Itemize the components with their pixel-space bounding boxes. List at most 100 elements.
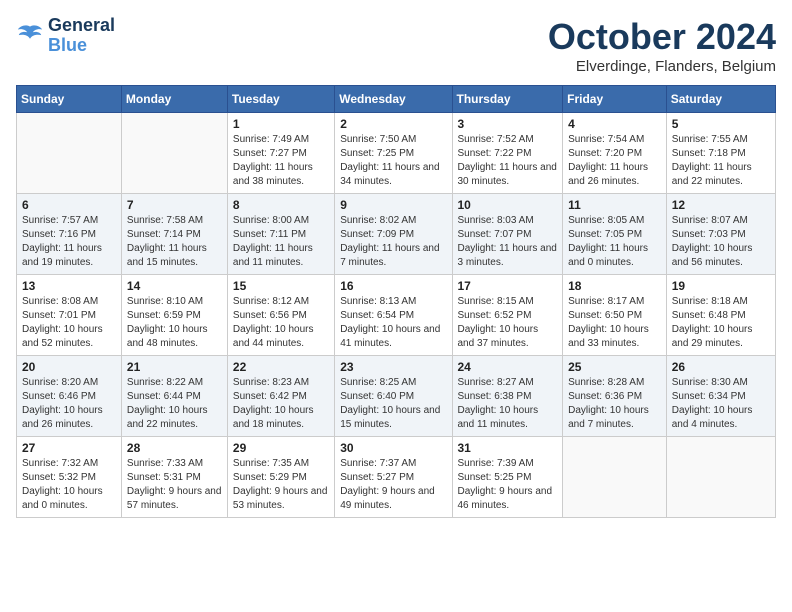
day-number: 3	[458, 117, 558, 131]
calendar-cell: 6Sunrise: 7:57 AM Sunset: 7:16 PM Daylig…	[17, 194, 122, 275]
calendar-cell: 22 Sunrise: 8:23 AM Sunset: 6:42 PM Dayli…	[227, 356, 334, 437]
day-info: Sunrise: 8:12 AM Sunset: 6:56 PM Dayligh…	[233, 295, 329, 351]
day-number: 19	[672, 279, 770, 293]
day-number: 7	[127, 198, 222, 212]
day-number: 17	[458, 279, 558, 293]
day-number: 8	[233, 198, 329, 212]
day-number: 29	[233, 441, 329, 455]
week-row-1: 1 Sunrise: 7:49 AM Sunset: 7:27 PM Daylig…	[17, 113, 776, 194]
calendar-cell: 31Sunrise: 7:39 AM Sunset: 5:25 PM Dayli…	[452, 437, 563, 518]
day-number: 2	[340, 117, 446, 131]
day-number: 1	[233, 117, 329, 131]
day-number: 16	[340, 279, 446, 293]
day-info: Sunrise: 8:15 AM Sunset: 6:52 PM Dayligh…	[458, 295, 558, 351]
calendar-cell: 4Sunrise: 7:54 AM Sunset: 7:20 PM Daylig…	[563, 113, 667, 194]
day-number: 10	[458, 198, 558, 212]
page-header: General Blue October 2024 Elverdinge, Fl…	[16, 16, 776, 75]
day-info: Sunrise: 7:50 AM Sunset: 7:25 PM Dayligh…	[340, 133, 446, 189]
calendar-cell: 19 Sunrise: 8:18 AM Sunset: 6:48 PM Dayli…	[666, 275, 775, 356]
day-info: Sunrise: 8:22 AM Sunset: 6:44 PM Dayligh…	[127, 376, 222, 432]
calendar-cell: 23 Sunrise: 8:25 AM Sunset: 6:40 PM Dayli…	[335, 356, 452, 437]
header-row: SundayMondayTuesdayWednesdayThursdayFrid…	[17, 86, 776, 113]
day-number: 22	[233, 360, 329, 374]
day-info: Sunrise: 8:20 AM Sunset: 6:46 PM Dayligh…	[22, 376, 116, 432]
day-number: 26	[672, 360, 770, 374]
day-header-tuesday: Tuesday	[227, 86, 334, 113]
day-number: 18	[568, 279, 661, 293]
calendar-cell: 16 Sunrise: 8:13 AM Sunset: 6:54 PM Dayli…	[335, 275, 452, 356]
day-number: 28	[127, 441, 222, 455]
day-number: 9	[340, 198, 446, 212]
day-number: 5	[672, 117, 770, 131]
calendar-cell: 25 Sunrise: 8:28 AM Sunset: 6:36 PM Dayli…	[563, 356, 667, 437]
day-number: 23	[340, 360, 446, 374]
day-number: 4	[568, 117, 661, 131]
day-info: Sunrise: 8:23 AM Sunset: 6:42 PM Dayligh…	[233, 376, 329, 432]
calendar-cell: 26 Sunrise: 8:30 AM Sunset: 6:34 PM Dayli…	[666, 356, 775, 437]
day-info: Sunrise: 8:02 AM Sunset: 7:09 PM Dayligh…	[340, 214, 446, 270]
calendar-cell	[121, 113, 227, 194]
day-info: Sunrise: 7:55 AM Sunset: 7:18 PM Dayligh…	[672, 133, 770, 189]
calendar-cell: 17 Sunrise: 8:15 AM Sunset: 6:52 PM Dayli…	[452, 275, 563, 356]
day-info: Sunrise: 7:37 AM Sunset: 5:27 PM Dayligh…	[340, 457, 446, 513]
calendar-cell: 7 Sunrise: 7:58 AM Sunset: 7:14 PM Daylig…	[121, 194, 227, 275]
week-row-3: 13 Sunrise: 8:08 AM Sunset: 7:01 PM Dayli…	[17, 275, 776, 356]
calendar-cell: 15 Sunrise: 8:12 AM Sunset: 6:56 PM Dayli…	[227, 275, 334, 356]
day-info: Sunrise: 8:18 AM Sunset: 6:48 PM Dayligh…	[672, 295, 770, 351]
calendar-cell: 14Sunrise: 8:10 AM Sunset: 6:59 PM Dayli…	[121, 275, 227, 356]
calendar-cell: 8 Sunrise: 8:00 AM Sunset: 7:11 PM Daylig…	[227, 194, 334, 275]
title-block: October 2024 Elverdinge, Flanders, Belgi…	[548, 16, 776, 75]
logo: General Blue	[16, 16, 115, 56]
day-info: Sunrise: 7:57 AM Sunset: 7:16 PM Dayligh…	[22, 214, 116, 270]
day-header-wednesday: Wednesday	[335, 86, 452, 113]
day-info: Sunrise: 7:35 AM Sunset: 5:29 PM Dayligh…	[233, 457, 329, 513]
day-number: 25	[568, 360, 661, 374]
day-info: Sunrise: 8:08 AM Sunset: 7:01 PM Dayligh…	[22, 295, 116, 351]
day-info: Sunrise: 8:13 AM Sunset: 6:54 PM Dayligh…	[340, 295, 446, 351]
calendar-cell: 13 Sunrise: 8:08 AM Sunset: 7:01 PM Dayli…	[17, 275, 122, 356]
day-number: 27	[22, 441, 116, 455]
logo-text: General Blue	[48, 16, 115, 56]
calendar-cell: 18 Sunrise: 8:17 AM Sunset: 6:50 PM Dayli…	[563, 275, 667, 356]
day-number: 13	[22, 279, 116, 293]
calendar-cell: 20 Sunrise: 8:20 AM Sunset: 6:46 PM Dayli…	[17, 356, 122, 437]
calendar-cell: 29 Sunrise: 7:35 AM Sunset: 5:29 PM Dayli…	[227, 437, 334, 518]
day-info: Sunrise: 7:49 AM Sunset: 7:27 PM Dayligh…	[233, 133, 329, 189]
day-number: 15	[233, 279, 329, 293]
day-number: 11	[568, 198, 661, 212]
day-number: 21	[127, 360, 222, 374]
day-info: Sunrise: 8:28 AM Sunset: 6:36 PM Dayligh…	[568, 376, 661, 432]
logo-bird-icon	[16, 22, 44, 50]
calendar-cell: 1 Sunrise: 7:49 AM Sunset: 7:27 PM Daylig…	[227, 113, 334, 194]
day-number: 12	[672, 198, 770, 212]
day-info: Sunrise: 8:17 AM Sunset: 6:50 PM Dayligh…	[568, 295, 661, 351]
week-row-4: 20 Sunrise: 8:20 AM Sunset: 6:46 PM Dayli…	[17, 356, 776, 437]
calendar-cell: 3 Sunrise: 7:52 AM Sunset: 7:22 PM Daylig…	[452, 113, 563, 194]
day-number: 20	[22, 360, 116, 374]
day-info: Sunrise: 8:05 AM Sunset: 7:05 PM Dayligh…	[568, 214, 661, 270]
day-info: Sunrise: 8:25 AM Sunset: 6:40 PM Dayligh…	[340, 376, 446, 432]
calendar-cell: 27Sunrise: 7:32 AM Sunset: 5:32 PM Dayli…	[17, 437, 122, 518]
day-header-sunday: Sunday	[17, 86, 122, 113]
day-info: Sunrise: 8:30 AM Sunset: 6:34 PM Dayligh…	[672, 376, 770, 432]
day-info: Sunrise: 7:58 AM Sunset: 7:14 PM Dayligh…	[127, 214, 222, 270]
day-number: 24	[458, 360, 558, 374]
calendar-cell: 24Sunrise: 8:27 AM Sunset: 6:38 PM Dayli…	[452, 356, 563, 437]
day-header-saturday: Saturday	[666, 86, 775, 113]
calendar-cell: 11 Sunrise: 8:05 AM Sunset: 7:05 PM Dayli…	[563, 194, 667, 275]
day-info: Sunrise: 8:00 AM Sunset: 7:11 PM Dayligh…	[233, 214, 329, 270]
calendar-table: SundayMondayTuesdayWednesdayThursdayFrid…	[16, 85, 776, 518]
day-header-thursday: Thursday	[452, 86, 563, 113]
week-row-5: 27Sunrise: 7:32 AM Sunset: 5:32 PM Dayli…	[17, 437, 776, 518]
calendar-cell	[17, 113, 122, 194]
calendar-cell: 21 Sunrise: 8:22 AM Sunset: 6:44 PM Dayli…	[121, 356, 227, 437]
day-info: Sunrise: 7:33 AM Sunset: 5:31 PM Dayligh…	[127, 457, 222, 513]
day-number: 14	[127, 279, 222, 293]
month-title: October 2024	[548, 16, 776, 58]
day-header-monday: Monday	[121, 86, 227, 113]
day-header-friday: Friday	[563, 86, 667, 113]
day-info: Sunrise: 7:52 AM Sunset: 7:22 PM Dayligh…	[458, 133, 558, 189]
location: Elverdinge, Flanders, Belgium	[548, 58, 776, 75]
week-row-2: 6Sunrise: 7:57 AM Sunset: 7:16 PM Daylig…	[17, 194, 776, 275]
calendar-cell: 2 Sunrise: 7:50 AM Sunset: 7:25 PM Daylig…	[335, 113, 452, 194]
